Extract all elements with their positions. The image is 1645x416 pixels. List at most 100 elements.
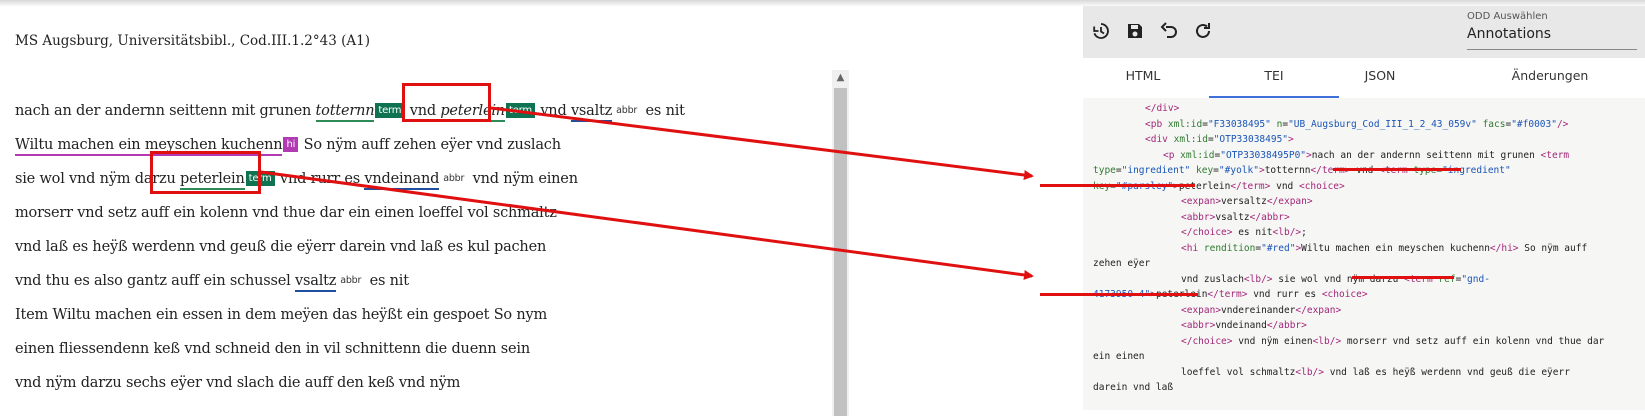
code-token: </abbr>: [1249, 211, 1290, 223]
history-icon: [1093, 23, 1109, 39]
code-line: <hi rendition="#red">Wiltu machen ein me…: [1181, 243, 1587, 254]
code-underline-gnd: [1040, 293, 1198, 296]
annotated-word[interactable]: vsaltz: [570, 103, 612, 122]
hi-badge[interactable]: hi: [283, 137, 299, 152]
text-segment: So nÿm auff zehen eÿer vnd zuslach: [299, 137, 561, 153]
redo-icon: [1196, 23, 1210, 38]
history-button[interactable]: [1087, 17, 1115, 45]
code-token: </term>: [1207, 289, 1248, 300]
code-token: xml:id: [1180, 149, 1215, 161]
text-segment: nach an der andernn seittenn mit grunen: [15, 103, 316, 119]
tab-changes[interactable]: Änderungen: [1455, 58, 1645, 96]
odd-select[interactable]: Annotations: [1467, 26, 1551, 42]
tei-code-editor[interactable]: </div> <pb xml:id="F33038495" n="UB_Augsb…: [1083, 98, 1645, 410]
code-underline-term-type: [1333, 168, 1461, 171]
code-token: </div>: [1145, 103, 1180, 114]
text-segment: es nit: [641, 103, 685, 119]
code-token: xml:id: [1173, 134, 1208, 145]
text-segment: morserr vnd setz auff ein kolenn vnd thu…: [15, 205, 557, 221]
text-line: vnd nÿm darzu sechs eÿer vnd slach die a…: [15, 366, 825, 400]
code-line: ein einen: [1093, 351, 1144, 362]
code-token: vnd laß es heÿß werdenn vnd geuß die eÿe…: [1324, 366, 1570, 378]
code-token: "OTP33038495P0": [1220, 149, 1307, 161]
scrollbar-thumb[interactable]: [834, 88, 847, 416]
code-token: <expan>: [1181, 304, 1222, 316]
code-token: vndeinand: [1215, 320, 1267, 331]
page-title: MS Augsburg, Universitätsbibl., Cod.III.…: [15, 33, 370, 49]
code-line: </choice> es nit<lb/>;: [1181, 227, 1307, 238]
code-token: <expan>: [1181, 196, 1222, 207]
abbr-badge[interactable]: abbr: [337, 273, 364, 288]
text-segment: vnd thu es also gantz auff ein schussel: [15, 273, 296, 289]
odd-select-underline: [1467, 49, 1637, 50]
text-line: vnd laß es heÿß werdenn vnd geuß die eÿe…: [15, 230, 825, 264]
undo-icon: [1160, 22, 1177, 38]
code-token: <lb/>: [1272, 227, 1302, 238]
code-token: So nÿm auff: [1518, 242, 1588, 254]
text-line: vnd thu es also gantz auff ein schussel …: [15, 264, 825, 298]
code-token: <pb: [1145, 118, 1168, 130]
code-token: xml:id: [1167, 118, 1203, 130]
text-segment: es nit: [365, 273, 409, 289]
code-line: </choice> vnd nÿm einen<lb/> morserr vnd…: [1181, 336, 1604, 347]
code-token: Wiltu machen ein meyschen kuchenn: [1301, 242, 1490, 254]
code-token: "UB_Augsburg_Cod_III_1_2_43_059v": [1288, 118, 1477, 130]
code-token: />: [1556, 118, 1569, 130]
code-token: versaltz: [1221, 196, 1267, 207]
code-token: loeffel vol schmaltz: [1181, 366, 1296, 378]
document-pane: MS Augsburg, Universitätsbibl., Cod.III.…: [0, 6, 1083, 416]
code-token: nach an der andernn seittenn mit grunen: [1311, 149, 1541, 161]
scroll-up-arrow-icon[interactable]: ▲: [832, 70, 849, 86]
text-segment: einen fliessendenn keß vnd schneid den i…: [15, 341, 530, 357]
redo-button[interactable]: [1189, 17, 1217, 45]
code-token: vndereinander: [1221, 304, 1296, 316]
code-token: type: [1093, 165, 1116, 176]
code-token: "gnd-: [1461, 273, 1490, 285]
term-badge[interactable]: term: [505, 103, 535, 118]
code-token: morserr vnd setz auff ein kolenn vnd thu…: [1341, 335, 1605, 347]
text-line: einen fliessendenn keß vnd schneid den i…: [15, 332, 825, 366]
code-token: vsaltz: [1215, 211, 1250, 223]
annotated-word[interactable]: totternn: [315, 103, 375, 122]
text-line: morserr vnd setz auff ein kolenn vnd thu…: [15, 196, 825, 230]
code-token: vnd rurr es: [1247, 289, 1322, 300]
code-line: <pb xml:id="F33038495" n="UB_Augsburg_Co…: [1145, 119, 1568, 130]
code-token: <term: [1540, 149, 1570, 161]
code-token: "ingredient": [1121, 165, 1191, 176]
text-line: sie wol vnd nÿm darzu peterlein term vnd …: [15, 162, 825, 196]
code-token: <abbr>: [1181, 320, 1216, 331]
code-line: loeffel vol schmaltz<lb/> vnd laß es heÿ…: [1181, 367, 1570, 378]
code-token: <lb/>: [1243, 273, 1273, 285]
abbr-badge[interactable]: abbr: [440, 171, 467, 186]
code-token: vnd zuslach: [1181, 273, 1244, 285]
highlight-box-peterlein-1: [402, 83, 491, 122]
code-token: </choice>: [1181, 227, 1233, 238]
undo-button[interactable]: [1155, 17, 1183, 45]
tab-html[interactable]: HTML: [1083, 58, 1203, 96]
annotated-word[interactable]: vsaltz: [295, 273, 336, 292]
code-token: ein einen: [1093, 351, 1145, 362]
annotated-word[interactable]: vndeinand: [364, 171, 439, 190]
editor-pane: ODD Auswählen Annotations HTML TEI JSON …: [1083, 6, 1645, 410]
code-token: <choice>: [1321, 289, 1368, 300]
text-segment: vnd nÿm einen: [468, 171, 578, 187]
code-line: darein vnd laß: [1093, 382, 1173, 393]
code-token: key: [1196, 165, 1214, 176]
code-token: </choice>: [1181, 335, 1233, 347]
text-segment: vnd nÿm darzu sechs eÿer vnd slach die a…: [15, 375, 461, 391]
save-icon: [1128, 24, 1142, 38]
code-token: </expan>: [1266, 196, 1313, 207]
code-token: <lb/>: [1295, 366, 1324, 378]
code-line: <p xml:id="OTP33038495P0">nach an der an…: [1163, 150, 1569, 161]
save-button[interactable]: [1121, 17, 1149, 45]
code-token: totternn: [1264, 165, 1311, 176]
odd-select-label: ODD Auswählen: [1467, 11, 1548, 22]
code-line: zehen eÿer: [1093, 258, 1150, 269]
code-token: >: [1288, 134, 1294, 145]
tab-json[interactable]: JSON: [1305, 58, 1455, 96]
code-token: </expan>: [1295, 304, 1342, 316]
highlight-box-peterlein-2: [150, 151, 261, 194]
term-badge[interactable]: term: [375, 103, 405, 118]
abbr-badge[interactable]: abbr: [613, 103, 640, 118]
code-line: </div>: [1145, 103, 1179, 114]
